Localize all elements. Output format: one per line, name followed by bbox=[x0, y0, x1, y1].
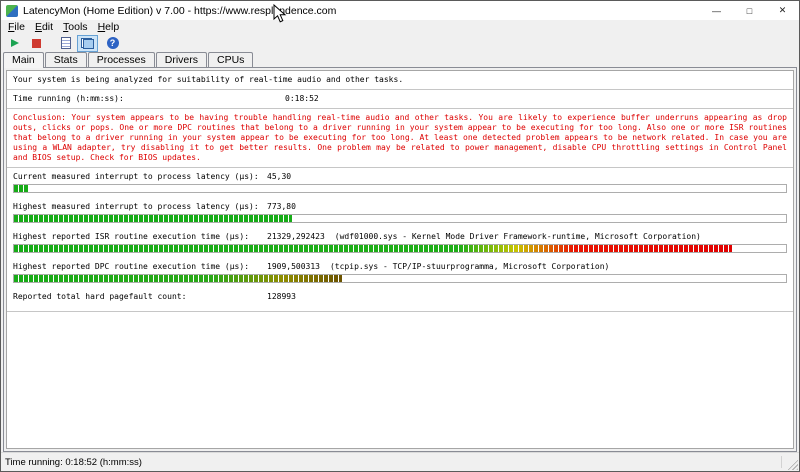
time-running-row: Time running (h:mm:ss): 0:18:52 bbox=[13, 94, 787, 104]
tab-stats[interactable]: Stats bbox=[44, 52, 87, 67]
metric-row: Highest measured interrupt to process la… bbox=[13, 202, 787, 223]
close-button[interactable]: ✕ bbox=[766, 1, 799, 20]
metric-label: Current measured interrupt to process la… bbox=[13, 172, 259, 181]
titlebar[interactable]: LatencyMon (Home Edition) v 7.00 - https… bbox=[1, 1, 799, 20]
metric-row: Reported total hard pagefault count: 128… bbox=[13, 292, 787, 302]
metric-line: Highest reported ISR routine execution t… bbox=[13, 232, 787, 242]
metric-line: Highest measured interrupt to process la… bbox=[13, 202, 787, 212]
latency-bar-track bbox=[13, 274, 787, 283]
metric-label: Reported total hard pagefault count: bbox=[13, 292, 187, 301]
latency-bar-fill bbox=[14, 215, 292, 222]
separator bbox=[7, 167, 793, 168]
analysis-status-text: Your system is being analyzed for suitab… bbox=[13, 75, 404, 84]
metric-label: Highest reported DPC routine execution t… bbox=[13, 262, 250, 271]
play-icon bbox=[10, 39, 19, 47]
metric-value: 45,30 bbox=[267, 172, 292, 181]
metric-line: Current measured interrupt to process la… bbox=[13, 172, 787, 182]
report-icon bbox=[60, 37, 71, 49]
resize-grip[interactable] bbox=[785, 457, 798, 470]
stop-monitor-button[interactable] bbox=[26, 35, 47, 52]
report-area: Your system is being analyzed for suitab… bbox=[6, 70, 794, 449]
latency-bar-fill bbox=[14, 185, 28, 192]
metric-driver-note: (tcpip.sys - TCP/IP-stuurprogramma, Micr… bbox=[329, 262, 610, 271]
latencymon-window: { "window": { "title": "LatencyMon (Home… bbox=[0, 0, 800, 472]
metric-label: Highest reported ISR routine execution t… bbox=[13, 232, 250, 241]
start-monitor-button[interactable] bbox=[4, 35, 25, 52]
help-icon: ? bbox=[106, 37, 119, 49]
metric-value: 21329,292423 bbox=[267, 232, 325, 241]
capture-window-button[interactable] bbox=[77, 34, 98, 52]
menu-help[interactable]: Help bbox=[93, 21, 125, 33]
separator bbox=[7, 108, 793, 109]
window-title: LatencyMon (Home Edition) v 7.00 - https… bbox=[23, 4, 337, 17]
metric-row: Highest reported ISR routine execution t… bbox=[13, 232, 787, 253]
menu-tools[interactable]: Tools bbox=[58, 21, 93, 33]
latency-bar-track bbox=[13, 184, 787, 193]
windows-icon bbox=[81, 37, 94, 49]
separator bbox=[7, 89, 793, 90]
statusbar-divider bbox=[781, 456, 782, 468]
metric-row: Highest reported DPC routine execution t… bbox=[13, 262, 787, 283]
separator bbox=[7, 311, 793, 312]
copy-report-button[interactable] bbox=[55, 35, 76, 52]
tab-drivers[interactable]: Drivers bbox=[155, 52, 207, 67]
metrics-list: Current measured interrupt to process la… bbox=[13, 172, 787, 302]
tab-processes[interactable]: Processes bbox=[87, 52, 155, 67]
metric-value: 773,80 bbox=[267, 202, 296, 211]
metric-value: 1909,500313 bbox=[267, 262, 320, 271]
conclusion-text: Conclusion: Your system appears to be ha… bbox=[13, 113, 787, 162]
metric-label: Highest measured interrupt to process la… bbox=[13, 202, 259, 211]
menu-bar: File Edit Tools Help bbox=[1, 20, 799, 34]
latency-bar-track bbox=[13, 244, 787, 253]
latency-bar-track bbox=[13, 214, 787, 223]
metric-row: Current measured interrupt to process la… bbox=[13, 172, 787, 193]
latency-bar-fill bbox=[14, 275, 343, 282]
window-controls: — □ ✕ bbox=[700, 1, 799, 20]
time-running-label: Time running (h:mm:ss): bbox=[13, 94, 124, 103]
stop-icon bbox=[32, 38, 41, 48]
main-panel: Your system is being analyzed for suitab… bbox=[3, 67, 797, 452]
toolbar: ? bbox=[1, 34, 799, 52]
status-text: Time running: 0:18:52 (h:mm:ss) bbox=[5, 456, 142, 468]
maximize-button[interactable]: □ bbox=[733, 1, 766, 20]
metric-value: 128993 bbox=[267, 292, 296, 301]
metric-driver-note: (wdf01000.sys - Kernel Mode Driver Frame… bbox=[334, 232, 701, 241]
help-button[interactable]: ? bbox=[102, 35, 123, 52]
tab-cpus[interactable]: CPUs bbox=[207, 52, 254, 67]
menu-file[interactable]: File bbox=[3, 21, 30, 33]
status-bar: Time running: 0:18:52 (h:mm:ss) bbox=[1, 452, 799, 471]
tab-bar: Main Stats Processes Drivers CPUs bbox=[1, 52, 799, 68]
time-running-value: 0:18:52 bbox=[285, 94, 319, 103]
menu-edit[interactable]: Edit bbox=[30, 21, 58, 33]
app-icon bbox=[6, 4, 18, 17]
tab-main[interactable]: Main bbox=[3, 52, 44, 68]
metric-line: Reported total hard pagefault count: 128… bbox=[13, 292, 787, 302]
latency-bar-fill bbox=[14, 245, 732, 252]
minimize-button[interactable]: — bbox=[700, 1, 733, 20]
metric-line: Highest reported DPC routine execution t… bbox=[13, 262, 787, 272]
